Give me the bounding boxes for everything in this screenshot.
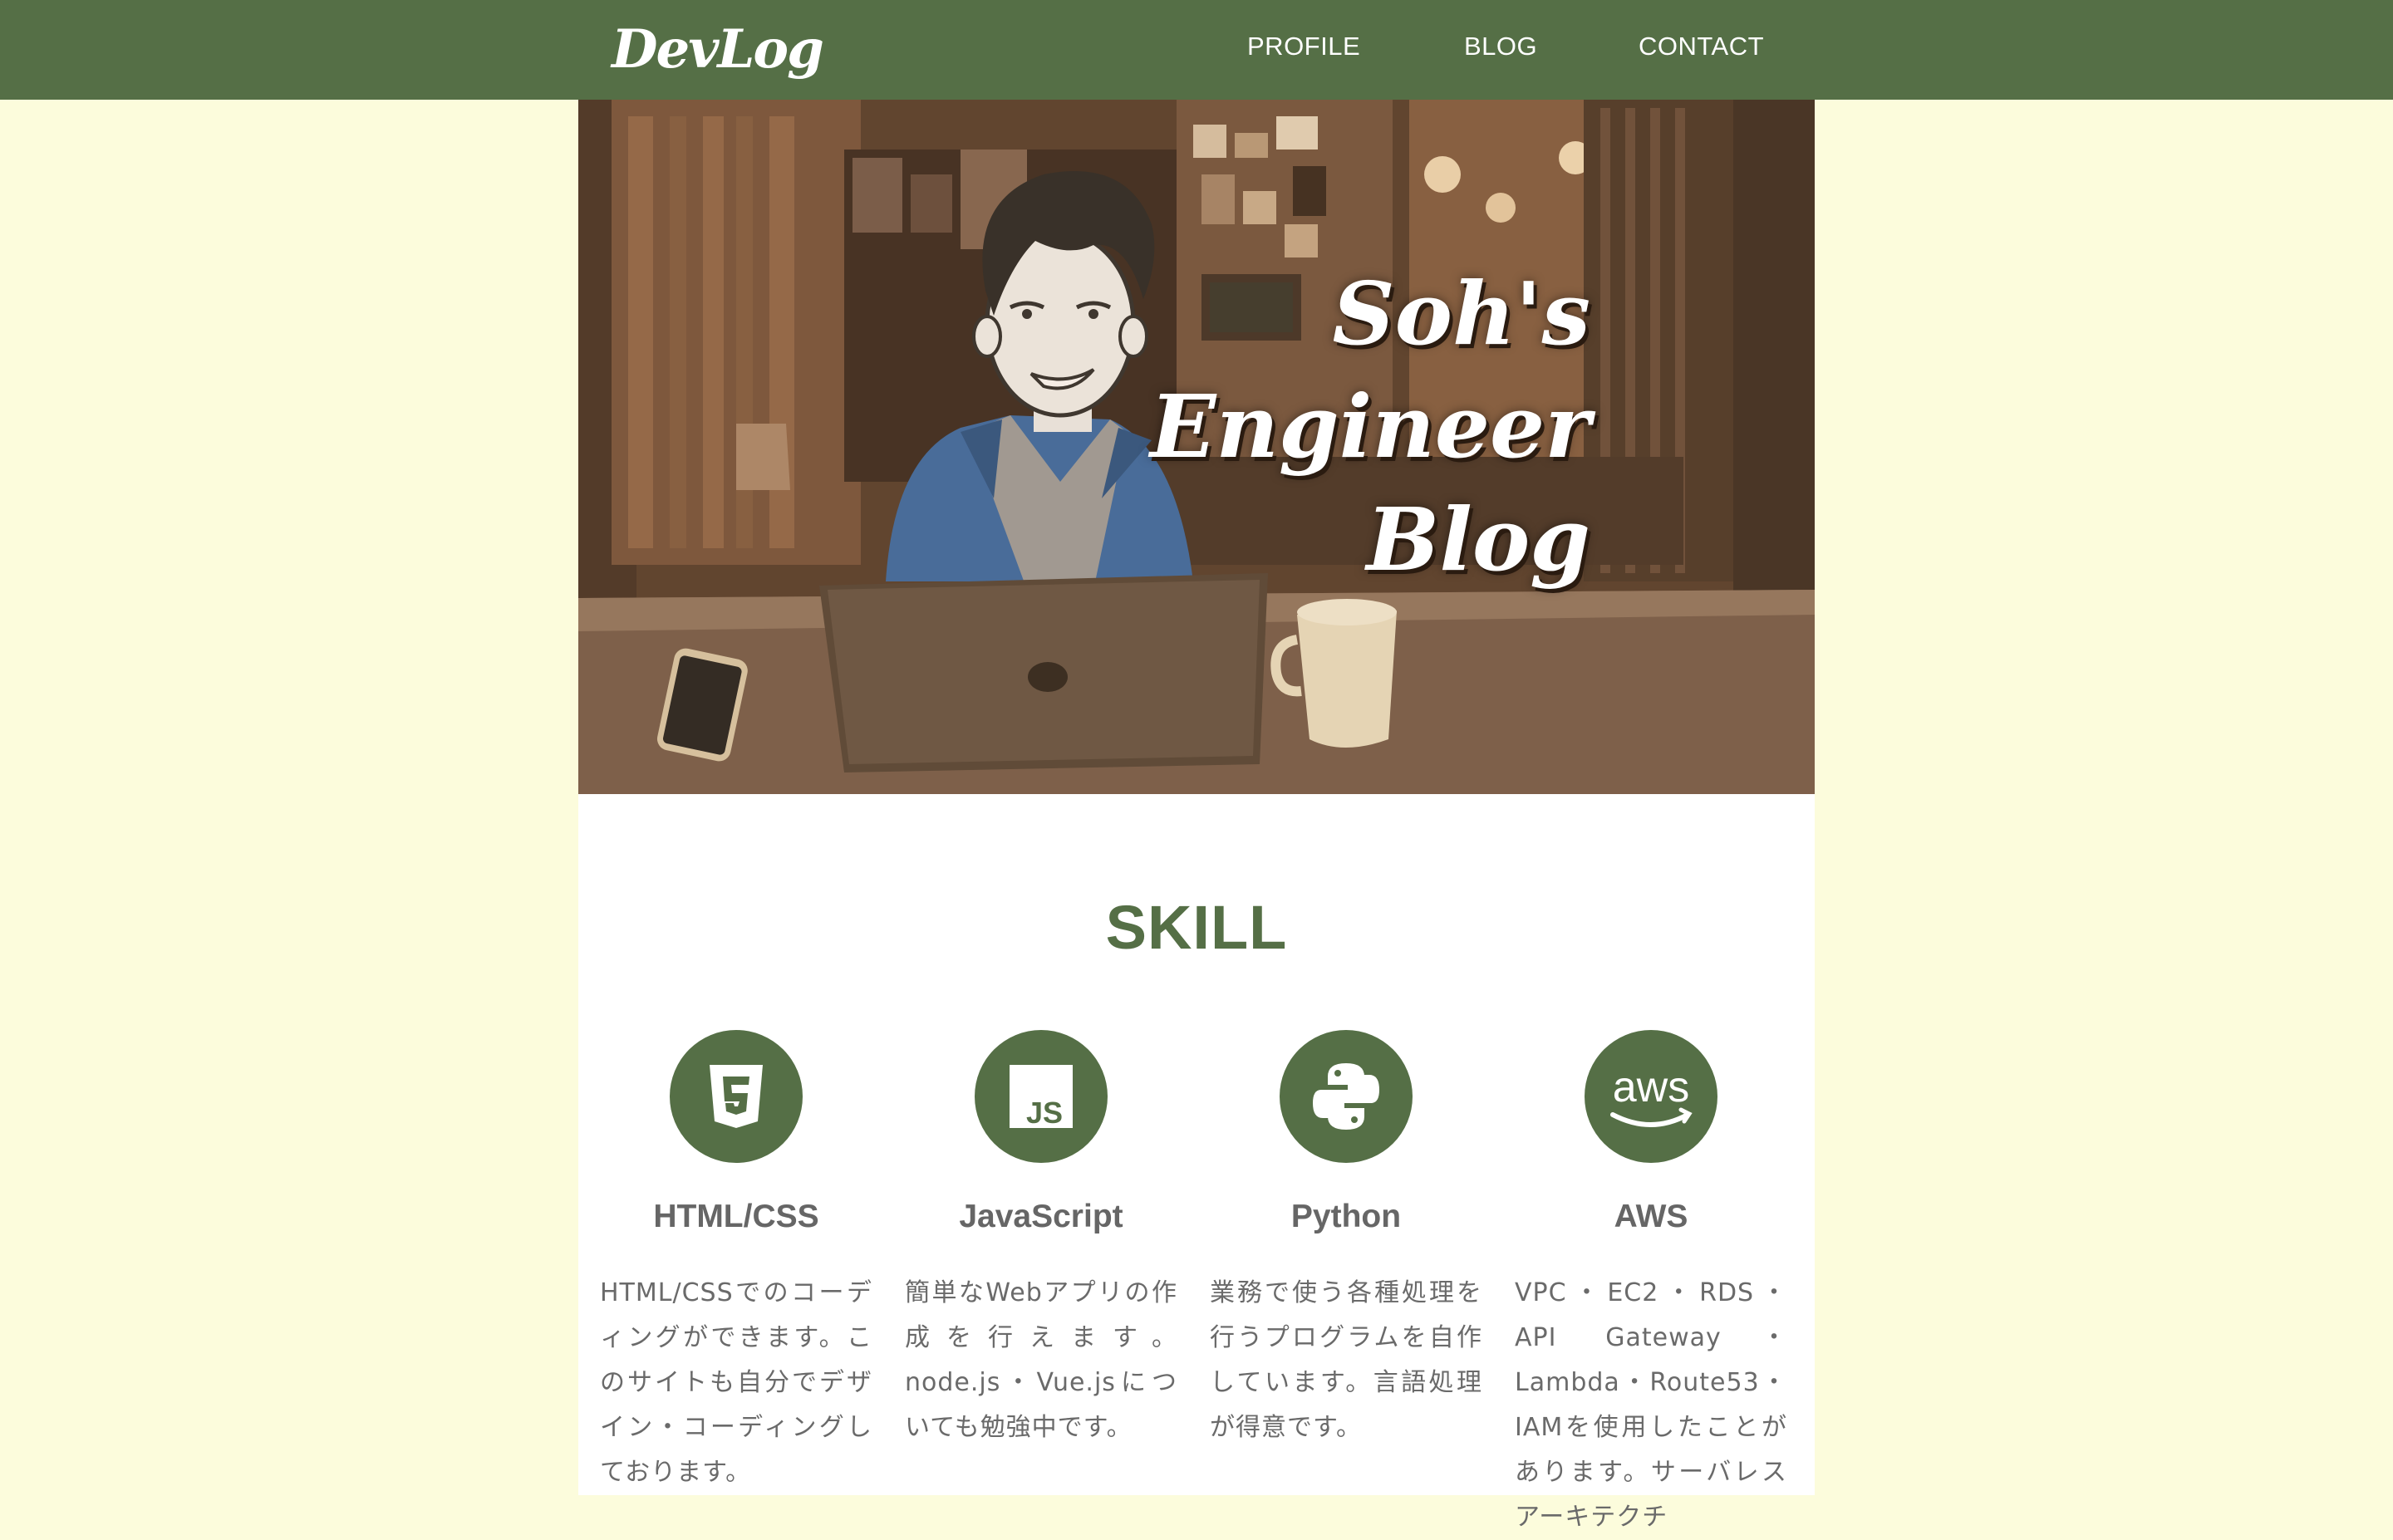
- hero-title-line-1: Soh's: [1332, 262, 1590, 365]
- nav-item-contact[interactable]: CONTACT: [1639, 32, 1764, 61]
- hero-title-line-3: Blog: [1366, 488, 1591, 591]
- svg-text:aws: aws: [1613, 1063, 1689, 1111]
- nav-item-blog[interactable]: BLOG: [1464, 32, 1537, 61]
- section-title: SKILL: [1105, 893, 1288, 962]
- nav-item-profile[interactable]: PROFILE: [1247, 32, 1360, 61]
- site-logo[interactable]: DevLog: [612, 18, 824, 81]
- python-icon: [1280, 1030, 1413, 1163]
- aws-icon: aws: [1585, 1030, 1717, 1163]
- svg-text:JS: JS: [1026, 1096, 1063, 1130]
- skill-description: 簡単なWebアプリの作成を行えます。node.js・Vue.jsについても勉強中…: [905, 1278, 1177, 1442]
- hero-title-line-2: Engineer: [1150, 375, 1590, 478]
- skill-name: Python: [1290, 1199, 1402, 1234]
- hero-title: Soh's Engineer Blog: [1150, 257, 1590, 596]
- javascript-icon: JS: [975, 1030, 1108, 1163]
- skill-description: VPC・EC2・RDS・API Gateway・Lambda・Route53・I…: [1515, 1278, 1787, 1532]
- top-navbar: DevLog PROFILE BLOG CONTACT: [0, 0, 2393, 100]
- html5-icon: [670, 1030, 803, 1163]
- hero-banner: Soh's Engineer Blog: [578, 100, 1815, 794]
- skill-name: JavaScript: [959, 1199, 1123, 1234]
- skill-description: 業務で使う各種処理を行うプログラムを自作しています。言語処理が得意です。: [1210, 1278, 1482, 1442]
- skill-name: HTML/CSS: [653, 1199, 819, 1234]
- skill-section: SKILL HTML/CSS HTML/CSSでのコーディングができます。このサ…: [578, 794, 1815, 1532]
- skill-name: AWS: [1614, 1199, 1688, 1234]
- skill-description: HTML/CSSでのコーディングができます。このサイトも自分でデザイン・コーディ…: [600, 1278, 872, 1487]
